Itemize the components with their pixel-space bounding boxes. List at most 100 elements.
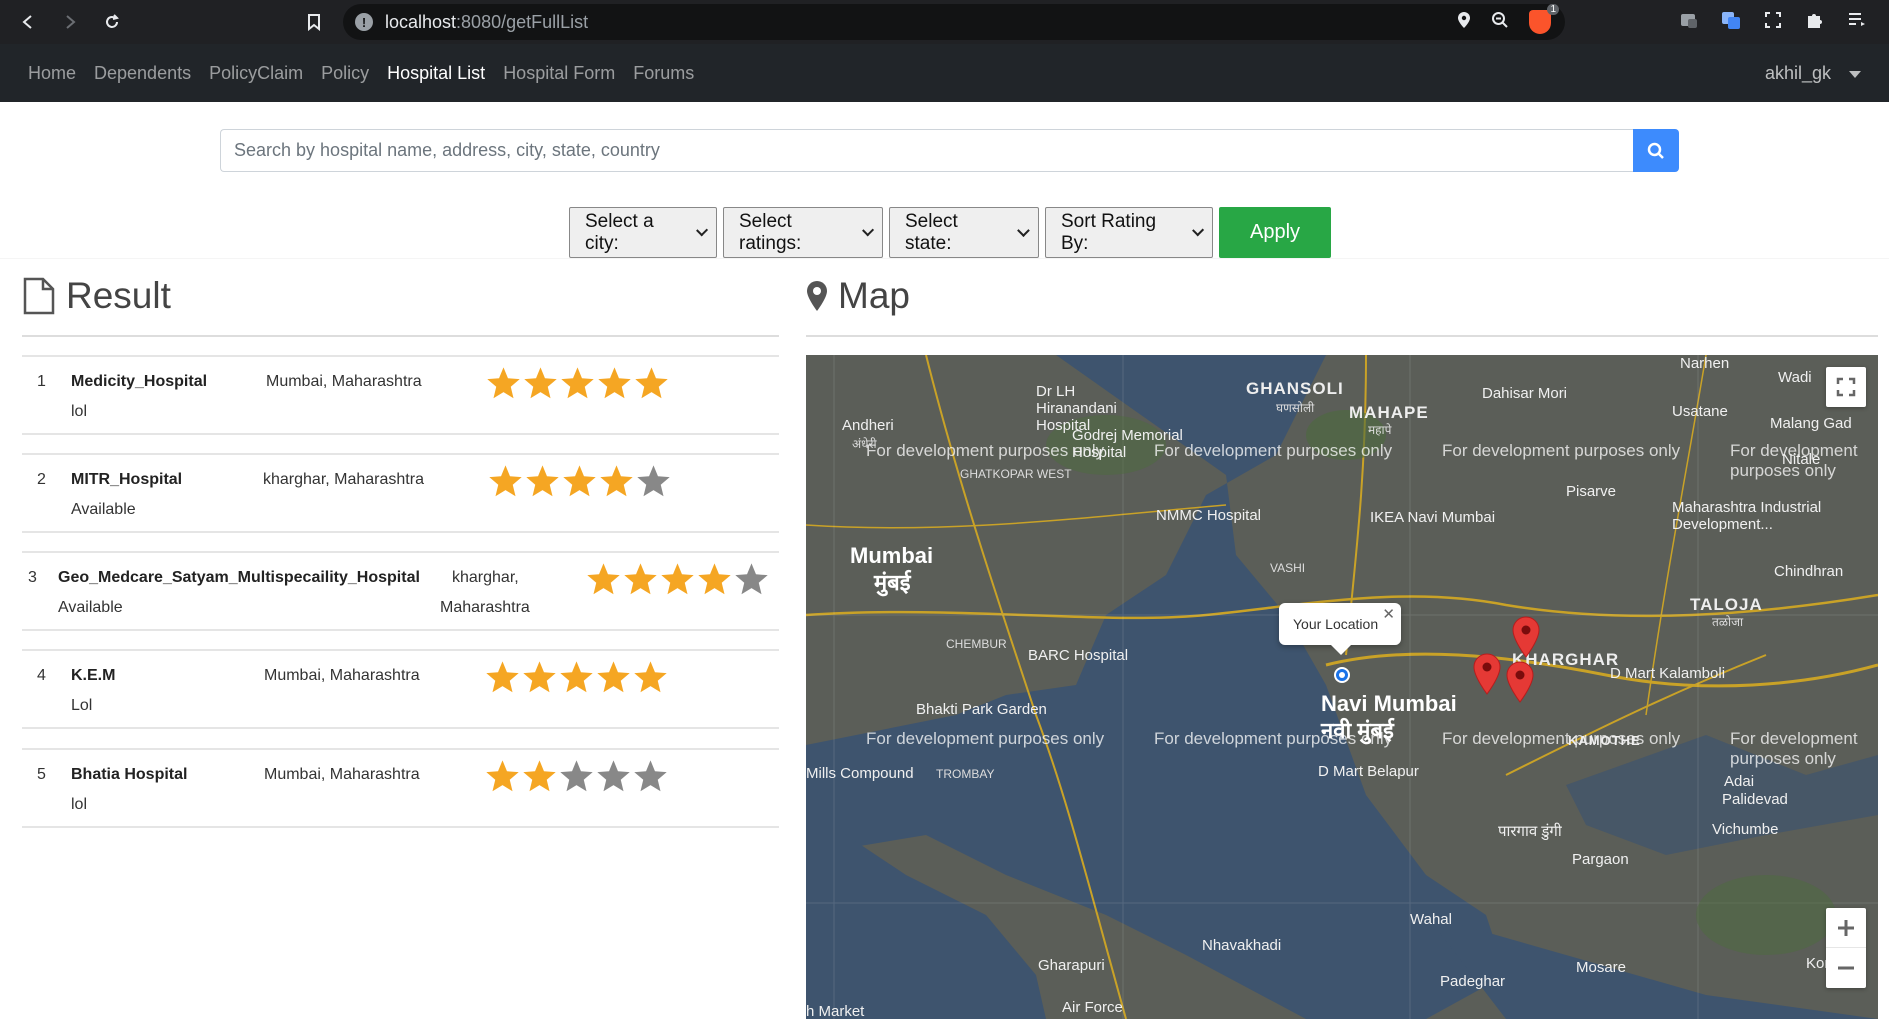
brave-badge: 1: [1547, 4, 1559, 15]
nav-policy-claim[interactable]: PolicyClaim: [200, 44, 312, 102]
table-row[interactable]: 3 Geo_Medcare_Satyam_Multispecaility_Hosp…: [22, 551, 779, 631]
map-place-label: Bhakti Park Garden: [916, 701, 1047, 718]
hospital-location: Mumbai, Maharashtra: [264, 766, 420, 783]
forward-icon[interactable]: [52, 4, 88, 40]
reload-icon[interactable]: [94, 4, 130, 40]
info-icon[interactable]: !: [355, 13, 373, 31]
nav-hospital-form[interactable]: Hospital Form: [494, 44, 624, 102]
map-place-label: Andheri: [842, 417, 894, 434]
zoom-out-button[interactable]: [1826, 948, 1866, 988]
fullscreen-icon: [1836, 377, 1856, 397]
map-watermark: For development purposes only: [1442, 441, 1681, 460]
star-filled-icon: [560, 661, 593, 693]
screenshot-icon[interactable]: [1761, 8, 1785, 32]
search-button[interactable]: [1633, 129, 1679, 172]
map-place-label: Godrej Memorial Hospital: [1072, 427, 1183, 461]
address-bar[interactable]: ! localhost:8080/getFullList 1: [343, 4, 1565, 40]
puzzle-icon[interactable]: [1803, 8, 1827, 32]
map-place-label: VASHI: [1270, 561, 1306, 575]
map-place-label: MAHAPE: [1349, 403, 1429, 422]
table-row[interactable]: 2 MITR_Hospital Available kharghar, Maharas…: [22, 453, 779, 533]
zoom-in-button[interactable]: [1826, 908, 1866, 948]
hospital-name[interactable]: MITR_Hospital: [71, 471, 182, 489]
map-place-label: Vichumbe: [1712, 821, 1779, 838]
map-pin-icon: [807, 281, 827, 311]
hospital-name[interactable]: Medicity_Hospital: [71, 373, 207, 391]
nav-links: Home Dependents PolicyClaim Policy Hospi…: [19, 44, 703, 102]
divider: [806, 335, 1878, 337]
user-menu[interactable]: akhil_gk: [1765, 44, 1861, 102]
star-filled-icon: [698, 563, 731, 595]
zoom-icon[interactable]: [1491, 11, 1509, 34]
star-filled-icon: [487, 367, 520, 399]
map-place-label: Air Force: [1062, 999, 1123, 1016]
map-place-label: Maharashtra Industrial Development...: [1672, 499, 1822, 533]
plus-icon: [1838, 919, 1854, 936]
hospital-name[interactable]: Bhatia Hospital: [71, 766, 187, 784]
current-location-icon[interactable]: [1332, 665, 1352, 685]
map-place-label: Padeghar: [1440, 973, 1506, 990]
bookmark-icon[interactable]: [300, 8, 328, 36]
star-filled-icon: [624, 563, 657, 595]
hospital-location: Mumbai, Maharashtra: [266, 373, 422, 390]
map-watermark: For development purposes only: [866, 729, 1105, 748]
chevron-down-icon: [695, 223, 708, 237]
rating-stars: [485, 365, 670, 402]
extension-icon[interactable]: [1677, 8, 1701, 32]
table-row[interactable]: 1 Medicity_Hospital lol Mumbai, Maharashtra: [22, 355, 779, 435]
map-place-label: BARC Hospital: [1028, 647, 1129, 664]
star-filled-icon: [486, 760, 519, 792]
map-place-label: GHATKOPAR WEST: [960, 467, 1072, 481]
back-icon[interactable]: [10, 4, 46, 40]
translate-icon[interactable]: [1719, 8, 1743, 32]
brave-shield-icon[interactable]: 1: [1529, 4, 1559, 34]
nav-home[interactable]: Home: [19, 44, 85, 102]
map-place-label: TALOJA: [1690, 595, 1763, 614]
hospital-name[interactable]: Geo_Medcare_Satyam_Multispecaility_Hospi…: [58, 569, 420, 587]
city-select[interactable]: Select a city:: [569, 207, 717, 258]
hospital-status: Lol: [71, 697, 93, 714]
search-icon: [1647, 142, 1664, 159]
map-place-label: GHANSOLI: [1246, 379, 1344, 398]
star-empty-icon: [634, 760, 667, 792]
hospital-marker-icon[interactable]: [1506, 661, 1534, 703]
nav-hospital-list[interactable]: Hospital List: [378, 44, 494, 102]
map-place-label: Mosare: [1576, 959, 1627, 976]
fullscreen-button[interactable]: [1826, 367, 1866, 407]
map-place-label: KAMOTHE: [1568, 733, 1641, 748]
map-place-label: Navi Mumbai: [1321, 691, 1457, 716]
map-place-label: IKEA Navi Mumbai: [1370, 509, 1496, 526]
hospital-marker-icon[interactable]: [1512, 616, 1540, 658]
map-canvas[interactable]: For development purposes only For develo…: [806, 355, 1878, 1019]
hospital-location: kharghar, Maharashtra: [263, 471, 424, 488]
table-row[interactable]: 4 K.E.M Lol Mumbai, Maharashtra: [22, 649, 779, 729]
map-watermark: For development purposes only: [866, 441, 1105, 460]
sort-select[interactable]: Sort Rating By:: [1045, 207, 1213, 258]
apply-button[interactable]: Apply: [1219, 207, 1331, 258]
app-navbar: Home Dependents PolicyClaim Policy Hospi…: [0, 44, 1889, 102]
result-header: Result: [22, 275, 171, 317]
nav-dependents[interactable]: Dependents: [85, 44, 200, 102]
hospital-marker-icon[interactable]: [1473, 653, 1501, 695]
location-popup: Your Location ✕: [1279, 603, 1401, 655]
row-number: 5: [37, 766, 46, 783]
nav-policy[interactable]: Policy: [312, 44, 378, 102]
chevron-down-icon: [1017, 223, 1030, 237]
search-input[interactable]: [220, 129, 1633, 172]
table-row[interactable]: 5 Bhatia Hospital lol Mumbai, Maharashtra: [22, 748, 779, 828]
ratings-select[interactable]: Select ratings:: [723, 207, 883, 258]
star-filled-icon: [523, 760, 556, 792]
nav-forums[interactable]: Forums: [624, 44, 703, 102]
close-icon[interactable]: ✕: [1382, 605, 1395, 623]
location-icon[interactable]: [1457, 11, 1471, 34]
row-number: 3: [28, 569, 37, 586]
star-filled-icon: [661, 563, 694, 595]
map-place-label: D Mart Kalamboli: [1610, 665, 1726, 682]
hospital-location: Mumbai, Maharashtra: [264, 667, 420, 684]
reading-list-icon[interactable]: [1845, 8, 1869, 32]
star-filled-icon: [597, 661, 630, 693]
state-select[interactable]: Select state:: [889, 207, 1039, 258]
hospital-name[interactable]: K.E.M: [71, 667, 115, 685]
hospital-status: Available: [58, 599, 123, 616]
map-place-label: Usatane: [1672, 403, 1728, 420]
